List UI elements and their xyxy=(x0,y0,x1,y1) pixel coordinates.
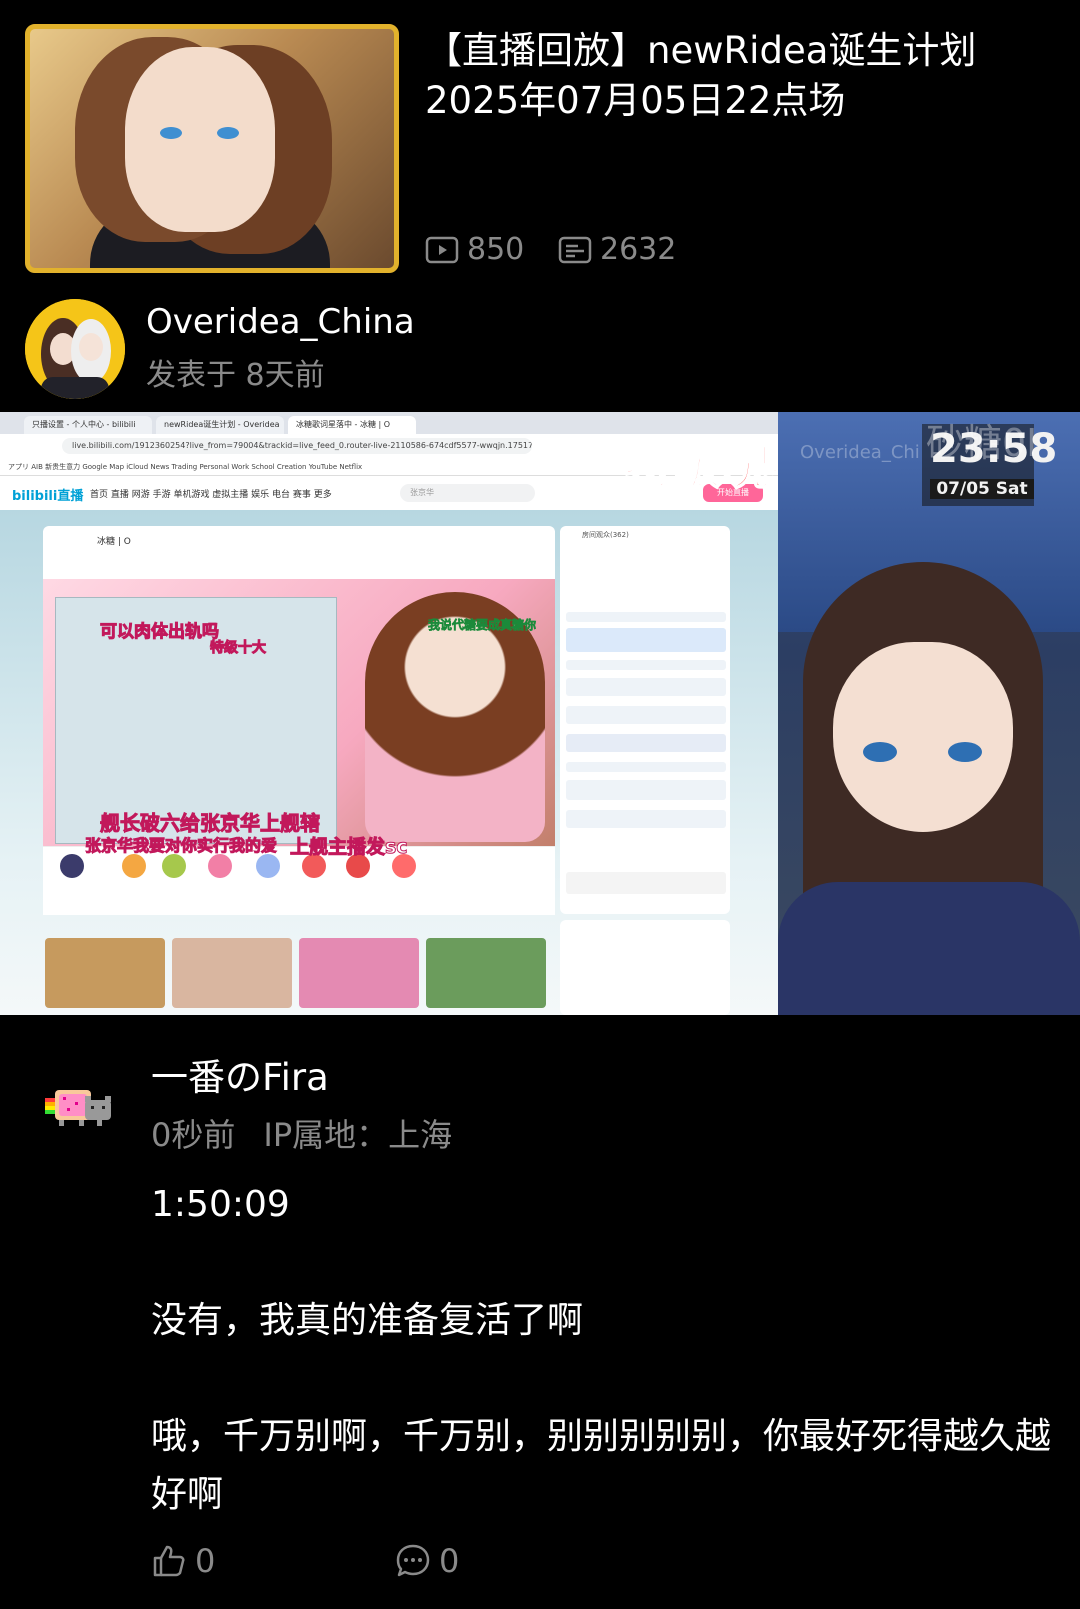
comment-ip-location: IP属地：上海 xyxy=(263,1116,453,1154)
screenshot-chat-title: 房间观众(362) xyxy=(582,531,629,539)
screenshot-gift-icon xyxy=(256,854,280,878)
screenshot-recommend-card xyxy=(172,938,292,1008)
screenshot-streamer-name: 冰糖 | O xyxy=(97,537,131,547)
screenshot-vtuber-face xyxy=(833,642,1013,832)
comment-line: 哦，千万别啊，千万别，别别别别别，你最好死得越久越好啊 xyxy=(151,1416,1052,1515)
screenshot-gift-icon xyxy=(208,854,232,878)
screenshot-chat-line xyxy=(566,612,726,622)
post-time: 发表于 8天前 xyxy=(146,358,325,393)
like-button[interactable]: 0 xyxy=(151,1542,215,1580)
screenshot-watermark-large: 砂糖0I xyxy=(926,421,1038,465)
author-name[interactable]: Overidea_China xyxy=(146,302,415,342)
screenshot-vtuber-uniform xyxy=(778,882,1080,1015)
screenshot-recommend-card xyxy=(299,938,419,1008)
thumb-up-icon xyxy=(153,1545,185,1577)
screenshot-chat-line xyxy=(566,810,726,828)
screenshot-chat-line xyxy=(566,762,726,772)
screenshot-overlay-text: 上舰主播发sc xyxy=(290,836,409,859)
screenshot-tab: newRidea诞生计划 - Overidea xyxy=(156,416,284,434)
video-title[interactable]: 【直播回放】newRidea诞生计划 2025年07月05日22点场 xyxy=(425,26,1045,126)
screenshot-gift-icon xyxy=(162,854,186,878)
screenshot-vtuber-eye xyxy=(863,742,897,762)
screenshot-chat-line xyxy=(566,628,726,652)
comment-image[interactable]: 只播设置 - 个人中心 - bilibili newRidea诞生计划 - Ov… xyxy=(0,412,1080,1015)
thumbnail-eye xyxy=(160,127,182,139)
comment-time: 0秒前 xyxy=(151,1116,236,1154)
play-count-icon xyxy=(425,236,459,263)
screenshot-overlay-text: 张京华我要对你实行我的爱 xyxy=(84,836,278,856)
reply-count: 0 xyxy=(439,1542,460,1580)
comment-line: 没有，我真的准备复活了啊 xyxy=(151,1300,584,1341)
screenshot-overlay-text: 可以肉体出轨吗 xyxy=(100,622,220,643)
nyan-cat-icon xyxy=(45,1090,111,1126)
screenshot-chat-line xyxy=(566,678,726,696)
comment-meta: 0秒前 IP属地：上海 xyxy=(151,1110,452,1156)
danmaku-count: 2632 xyxy=(558,232,676,267)
screenshot-gift-icon xyxy=(60,854,84,878)
danmaku-count-icon xyxy=(558,236,592,263)
screenshot-overlay-text: 我说代糖要成真糖你 xyxy=(428,618,537,633)
comment-bubble-icon xyxy=(396,1544,430,1577)
commenter-avatar[interactable] xyxy=(45,1082,115,1128)
reply-button[interactable]: 0 xyxy=(395,1542,459,1580)
screenshot-chat-line xyxy=(566,660,726,670)
screenshot-vtuber-eye xyxy=(948,742,982,762)
screenshot-browser-window: 只播设置 - 个人中心 - bilibili newRidea诞生计划 - Ov… xyxy=(0,412,820,1015)
screenshot-watermark-small: Overidea_Chi xyxy=(800,442,920,463)
screenshot-gift-icon xyxy=(122,854,146,878)
screenshot-bili-nav: 首页 直播 网游 手游 单机游戏 虚拟主播 娱乐 电台 赛事 更多 xyxy=(90,490,332,500)
screenshot-bili-logo: bilibili直播 xyxy=(12,489,84,504)
screenshot-notice-panel xyxy=(560,920,730,1015)
screenshot-bili-search: 张京华 xyxy=(400,484,535,502)
screenshot-overlay-text: 特级十大 xyxy=(210,640,267,657)
screenshot-tab: 只播设置 - 个人中心 - bilibili xyxy=(24,416,152,434)
danmaku-count-value: 2632 xyxy=(600,232,677,267)
play-count-value: 850 xyxy=(467,232,525,267)
screenshot-chat-input xyxy=(566,872,726,894)
author-avatar[interactable] xyxy=(25,299,125,399)
screenshot-recommend-card xyxy=(45,938,165,1008)
like-count: 0 xyxy=(195,1542,216,1580)
screenshot-clock-date: 07/05 Sat xyxy=(930,479,1034,499)
comment-line: 1:50:09 xyxy=(151,1184,290,1225)
thumbnail-eye xyxy=(217,127,239,139)
screenshot-tab: 冰糖歌词星落中 - 冰糖 | O xyxy=(288,416,416,434)
commenter-name[interactable]: 一番のFira xyxy=(151,1047,329,1101)
thumbnail-character-face xyxy=(125,47,275,232)
screenshot-recommend-card xyxy=(426,938,546,1008)
screenshot-chat-line xyxy=(566,780,726,800)
video-thumbnail[interactable] xyxy=(25,24,399,273)
play-count: 850 xyxy=(425,232,524,267)
screenshot-chat-line xyxy=(566,706,726,724)
screenshot-url: live.bilibili.com/1912360254?live_from=7… xyxy=(62,438,532,454)
author-avatar-illustration xyxy=(25,299,125,399)
screenshot-chat-line xyxy=(566,734,726,752)
comment-body: 1:50:09 没有，我真的准备复活了啊 哦，千万别啊，千万别，别别别别别，你最… xyxy=(151,1176,1051,1524)
